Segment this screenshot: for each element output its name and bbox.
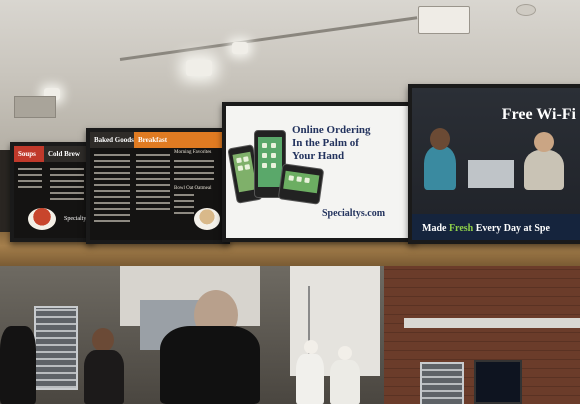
- spotlight: [232, 42, 248, 54]
- oatmeal-bowl-image: [194, 208, 220, 230]
- menu-subheader-oatmeal: Bowl Oat Oatmeal: [174, 186, 212, 191]
- menu-item-list: [94, 154, 130, 226]
- chef-figure: [330, 360, 360, 404]
- brand-label: Specialtys: [64, 216, 89, 222]
- menu-header-soups: Soups: [14, 146, 48, 162]
- photo-scene: Soups Cold Brew Specialtys Baked Goods B…: [0, 0, 580, 404]
- spotlight: [186, 60, 212, 76]
- ceiling-projector: [418, 6, 470, 34]
- menu-item-list: [18, 168, 42, 192]
- customer-figure: [160, 326, 260, 404]
- chef-hat: [304, 340, 318, 354]
- customer-figure: [0, 326, 36, 404]
- soup-bowl-image: [28, 208, 56, 230]
- menu-item-list: [174, 194, 194, 218]
- wifi-tagline-fresh: Fresh: [448, 223, 474, 234]
- ad-headline-line: Your Hand: [292, 150, 345, 162]
- menu-screen-1: Soups Cold Brew Specialtys: [10, 142, 94, 242]
- wifi-tagline: Made Fresh Every Day at Spe: [422, 223, 550, 234]
- ad-headline-line: In the Palm of: [292, 137, 359, 149]
- light-track: [119, 16, 418, 61]
- customer-head: [534, 132, 554, 152]
- menu-header-baked-goods: Baked Goods: [90, 132, 138, 148]
- kitchen-monitor: [474, 360, 522, 404]
- smoke-detector: [516, 4, 536, 16]
- employee-figure: [84, 350, 124, 404]
- wifi-tagline-bar: Made Fresh Every Day at Spe: [412, 214, 580, 240]
- employee-head: [92, 328, 114, 352]
- heat-lamp-bar: [404, 318, 580, 328]
- menu-screen-1-content: Soups Cold Brew Specialtys: [14, 146, 90, 238]
- ad-domain-text: Specialtys.com: [322, 208, 386, 219]
- chef-figure: [296, 354, 324, 404]
- laptop-image: [468, 160, 514, 188]
- menu-screen-2-content: Baked Goods Breakfast Morning Favorites …: [90, 132, 226, 240]
- online-ordering-ad-screen: Online Ordering In the Palm of Your Hand…: [222, 102, 416, 242]
- customer-figure: [424, 146, 456, 190]
- phone-image: [277, 163, 325, 205]
- ad-headline-line: Online Ordering: [292, 124, 371, 136]
- menu-item-list: [50, 168, 84, 204]
- wifi-title: Free Wi-Fi: [501, 106, 576, 123]
- free-wifi-screen: Free Wi-Fi Made Fresh Every Day at Spe: [408, 84, 580, 244]
- ceiling-vent: [14, 96, 56, 118]
- menu-item-list: [136, 154, 170, 214]
- menu-screen-2: Baked Goods Breakfast Morning Favorites …: [86, 128, 230, 244]
- customer-head: [430, 128, 450, 150]
- customer-figure: [524, 150, 564, 190]
- menu-item-list: [174, 160, 214, 184]
- chef-hat: [338, 346, 352, 360]
- bakery-rack: [34, 306, 78, 390]
- menu-subheader-morning: Morning Favorites: [174, 150, 212, 155]
- menu-header-breakfast: Breakfast: [134, 132, 226, 148]
- bakery-rack: [420, 362, 464, 404]
- ad-headline: Online Ordering In the Palm of Your Hand: [292, 124, 402, 163]
- kitchen-area: [0, 266, 580, 404]
